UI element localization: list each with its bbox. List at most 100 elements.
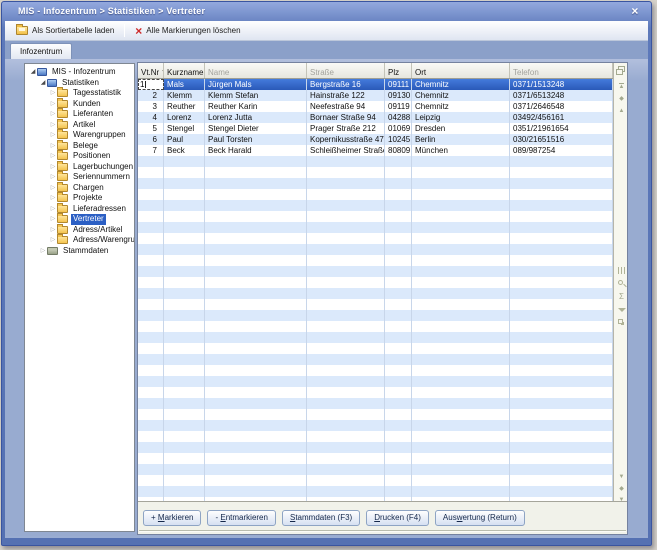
expander-collapsed-icon[interactable]: ▷ (49, 162, 57, 173)
expander-collapsed-icon[interactable]: ▷ (49, 99, 57, 110)
tree-item-chargen[interactable]: ▷Chargen (25, 183, 134, 194)
cell-plz[interactable]: 09119 (385, 101, 412, 112)
load-sort-table-button[interactable]: Als Sortiertabelle laden (10, 22, 120, 39)
column-header-stra-e[interactable]: Straße (307, 63, 385, 78)
tree-item-artikel[interactable]: ▷Artikel (25, 120, 134, 131)
tree-item-seriennummern[interactable]: ▷Seriennummern (25, 172, 134, 183)
cell-ort[interactable]: Berlin (412, 134, 510, 145)
table-row[interactable]: 3ReutherReuther KarinNeefestraße 9409119… (138, 101, 613, 112)
cell-telefon[interactable]: 0351/21961654 (510, 123, 613, 134)
expander-expanded-icon[interactable]: ◢ (39, 78, 47, 89)
scroll-to-top-icon[interactable]: ▲ (614, 83, 627, 91)
cell-ort[interactable]: München (412, 145, 510, 156)
cell-kurzname[interactable]: Klemm (164, 90, 205, 101)
cell-ort[interactable]: Chemnitz (412, 79, 510, 90)
tree-item-kunden[interactable]: ▷Kunden (25, 99, 134, 110)
cell-vt-nr[interactable]: 7 (138, 145, 164, 156)
column-chooser-icon[interactable] (614, 66, 627, 76)
expander-collapsed-icon[interactable]: ▷ (49, 130, 57, 141)
tree-item-lagerbuchungen[interactable]: ▷Lagerbuchungen (25, 162, 134, 173)
column-header-vt-nr[interactable]: Vt.Nr (138, 63, 164, 78)
tree-item-warengruppen[interactable]: ▷Warengruppen (25, 130, 134, 141)
cell-plz[interactable]: 10245 (385, 134, 412, 145)
tree-item-positionen[interactable]: ▷Positionen (25, 151, 134, 162)
cell-vt-nr[interactable]: 2 (138, 90, 164, 101)
cell-plz[interactable]: 01069 (385, 123, 412, 134)
copy-icon[interactable] (614, 318, 627, 327)
column-header-ort[interactable]: Ort (412, 63, 510, 78)
expander-collapsed-icon[interactable]: ▷ (49, 193, 57, 204)
cell-telefon[interactable]: 0371/6513248 (510, 90, 613, 101)
mark-button[interactable]: + Markieren (143, 510, 201, 526)
cell-telefon[interactable]: 0371/2646548 (510, 101, 613, 112)
tab-infozentrum[interactable]: Infozentrum (10, 43, 72, 59)
tree-item-lieferanten[interactable]: ▷Lieferanten (25, 109, 134, 120)
cell-kurzname[interactable]: Paul (164, 134, 205, 145)
table-row[interactable]: 2KlemmKlemm StefanHainstraße 12209130Che… (138, 90, 613, 101)
table-row[interactable]: 5StengelStengel DieterPrager Straße 2120… (138, 123, 613, 134)
cell-name[interactable]: Lorenz Jutta (205, 112, 307, 123)
cell-kurzname[interactable]: Stengel (164, 123, 205, 134)
cell-stra-e[interactable]: Prager Straße 212 (307, 123, 385, 134)
expander-collapsed-icon[interactable]: ▷ (49, 204, 57, 215)
clear-marks-button[interactable]: × Alle Markierungen löschen (129, 22, 246, 39)
unmark-button[interactable]: - Entmarkieren (207, 510, 275, 526)
expander-collapsed-icon[interactable]: ▷ (49, 225, 57, 236)
cell-stra-e[interactable]: Bergstraße 16 (307, 79, 385, 90)
title-bar[interactable]: MIS - Infozentrum > Statistiken > Vertre… (2, 2, 651, 21)
tree-item-adress-artikel[interactable]: ▷Adress/Artikel (25, 225, 134, 236)
cell-name[interactable]: Jürgen Mals (205, 79, 307, 90)
print-button[interactable]: Drucken (F4) (366, 510, 429, 526)
table-row[interactable]: 1MalsJürgen MalsBergstraße 1609111Chemni… (138, 79, 613, 90)
columns-icon[interactable] (614, 266, 627, 274)
expander-collapsed-icon[interactable]: ▷ (49, 214, 57, 225)
cell-vt-nr[interactable]: 6 (138, 134, 164, 145)
cell-ort[interactable]: Chemnitz (412, 101, 510, 112)
cell-name[interactable]: Klemm Stefan (205, 90, 307, 101)
cell-kurzname[interactable]: Lorenz (164, 112, 205, 123)
tree-item-belege[interactable]: ▷Belege (25, 141, 134, 152)
stammdaten-button[interactable]: Stammdaten (F3) (282, 510, 360, 526)
table-row[interactable]: 4LorenzLorenz JuttaBornaer Straße 940428… (138, 112, 613, 123)
tree-item-adress-warengruppen[interactable]: ▷Adress/Warengruppen (25, 235, 134, 246)
scroll-down-icon[interactable]: ▼ (614, 473, 627, 481)
close-icon[interactable]: × (628, 2, 642, 21)
tree-item-vertreter[interactable]: ▷Vertreter (25, 214, 134, 225)
cell-stra-e[interactable]: Hainstraße 122 (307, 90, 385, 101)
cell-telefon[interactable]: 0371/1513248 (510, 79, 613, 90)
cell-telefon[interactable]: 03492/456161 (510, 112, 613, 123)
cell-vt-nr[interactable]: 5 (138, 123, 164, 134)
cell-stra-e[interactable]: Kopernikusstraße 47 (307, 134, 385, 145)
cell-name[interactable]: Beck Harald (205, 145, 307, 156)
table-row[interactable]: 7BeckBeck HaraldSchleißheimer Straße 378… (138, 145, 613, 156)
expander-collapsed-icon[interactable]: ▷ (49, 109, 57, 120)
cell-vt-nr[interactable]: 4 (138, 112, 164, 123)
column-header-telefon[interactable]: Telefon (510, 63, 613, 78)
sum-icon[interactable]: Σ (614, 292, 627, 301)
cell-stra-e[interactable]: Neefestraße 94 (307, 101, 385, 112)
cell-name[interactable]: Paul Torsten (205, 134, 307, 145)
cell-telefon[interactable]: 089/987254 (510, 145, 613, 156)
cell-plz[interactable]: 04288 (385, 112, 412, 123)
table-row[interactable]: 6PaulPaul TorstenKopernikusstraße 471024… (138, 134, 613, 145)
cell-name[interactable]: Reuther Karin (205, 101, 307, 112)
expander-expanded-icon[interactable]: ◢ (29, 67, 37, 78)
expander-collapsed-icon[interactable]: ▷ (49, 151, 57, 162)
expander-collapsed-icon[interactable]: ▷ (39, 246, 47, 257)
tree-item-stammdaten[interactable]: ▷Stammdaten (25, 246, 134, 257)
tree-item-mis-infozentrum[interactable]: ◢MIS - Infozentrum (25, 67, 134, 78)
expander-collapsed-icon[interactable]: ▷ (49, 235, 57, 246)
evaluation-button[interactable]: Auswertung (Return) (435, 510, 525, 526)
column-header-name[interactable]: Name (205, 63, 307, 78)
cell-ort[interactable]: Dresden (412, 123, 510, 134)
cell-vt-nr[interactable]: 3 (138, 101, 164, 112)
cell-kurzname[interactable]: Reuther (164, 101, 205, 112)
scroll-drag-up-icon[interactable]: ◆ (614, 95, 627, 103)
filter-icon[interactable] (614, 306, 627, 314)
cell-plz[interactable]: 09130 (385, 90, 412, 101)
cell-vt-nr[interactable]: 1 (138, 79, 164, 90)
cell-plz[interactable]: 80809 (385, 145, 412, 156)
expander-collapsed-icon[interactable]: ▷ (49, 183, 57, 194)
expander-collapsed-icon[interactable]: ▷ (49, 120, 57, 131)
tree-item-projekte[interactable]: ▷Projekte (25, 193, 134, 204)
